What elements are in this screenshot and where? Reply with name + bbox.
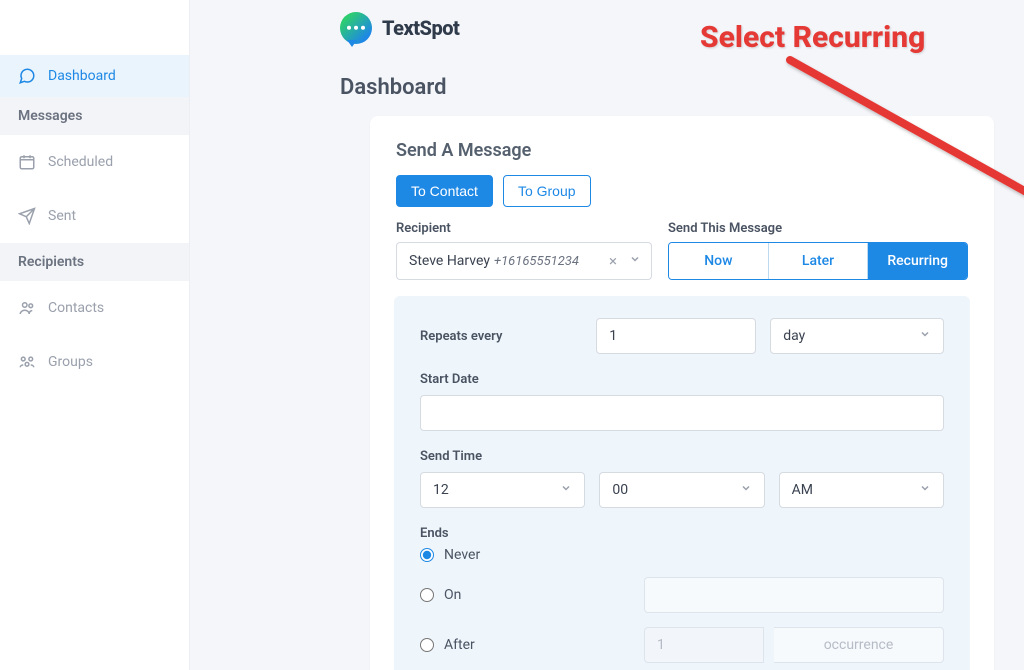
sidebar-item-groups[interactable]: Groups <box>0 335 189 389</box>
send-now-option[interactable]: Now <box>669 243 769 279</box>
ends-on-radio[interactable] <box>420 588 434 602</box>
sidebar-item-scheduled[interactable]: Scheduled <box>0 135 189 189</box>
chevron-down-icon <box>560 482 572 498</box>
send-message-card: Send A Message To Contact To Group Recip… <box>370 116 994 670</box>
calendar-icon <box>18 153 36 171</box>
ends-never-radio[interactable] <box>420 548 434 562</box>
sidebar-item-contacts[interactable]: Contacts <box>0 281 189 335</box>
card-title: Send A Message <box>396 140 968 161</box>
sidebar-section-recipients: Recipients <box>0 243 189 281</box>
brand-text: TextSpot <box>382 16 459 40</box>
sidebar: Dashboard Messages Scheduled Sent Recipi… <box>0 0 190 670</box>
chevron-down-icon[interactable] <box>625 253 645 269</box>
chevron-down-icon <box>919 328 931 344</box>
send-icon <box>18 207 36 225</box>
sidebar-item-label: Groups <box>48 354 93 370</box>
sidebar-item-label: Scheduled <box>48 154 113 170</box>
recurring-panel: Repeats every day Start Date Send Time <box>394 296 970 670</box>
sidebar-item-label: Sent <box>48 208 76 224</box>
send-later-option[interactable]: Later <box>769 243 869 279</box>
logo-icon <box>340 12 372 44</box>
send-timing-segmented: Now Later Recurring <box>668 242 968 280</box>
ends-after-count-input[interactable]: 1 <box>644 627 764 663</box>
chevron-down-icon <box>740 482 752 498</box>
ends-never-option[interactable]: Never <box>420 547 944 563</box>
repeats-unit-select[interactable]: day <box>770 318 944 354</box>
occurrence-label: occurrence <box>774 627 944 663</box>
topbar: TextSpot <box>190 0 1024 55</box>
contacts-icon <box>18 299 36 317</box>
clear-recipient-icon[interactable]: × <box>605 252 621 270</box>
groups-icon <box>18 353 36 371</box>
repeats-label: Repeats every <box>420 329 582 344</box>
recipient-label: Recipient <box>396 221 652 236</box>
send-recurring-option[interactable]: Recurring <box>868 243 967 279</box>
sidebar-item-dashboard[interactable]: Dashboard <box>0 55 189 97</box>
ends-after-radio[interactable] <box>420 638 434 652</box>
sidebar-item-label: Dashboard <box>48 68 116 84</box>
ends-on-option[interactable]: On <box>420 577 944 613</box>
sidebar-item-sent[interactable]: Sent <box>0 189 189 243</box>
recipient-name: Steve Harvey <box>409 253 490 269</box>
sidebar-section-messages: Messages <box>0 97 189 135</box>
chevron-down-icon <box>919 482 931 498</box>
chat-icon <box>18 67 36 85</box>
start-date-label: Start Date <box>420 372 944 387</box>
page-title: Dashboard <box>340 75 1024 100</box>
send-time-hour-select[interactable]: 12 <box>420 472 585 508</box>
send-this-label: Send This Message <box>668 221 968 236</box>
tab-to-group[interactable]: To Group <box>503 175 591 207</box>
start-date-input[interactable] <box>420 395 944 431</box>
recipient-input[interactable]: Steve Harvey +16165551234 × <box>396 242 652 280</box>
recipient-phone: +16165551234 <box>494 254 579 269</box>
repeats-value-input[interactable] <box>596 318 756 354</box>
main-area: TextSpot Dashboard Send A Message To Con… <box>190 0 1024 670</box>
send-time-label: Send Time <box>420 449 944 464</box>
send-time-ampm-select[interactable]: AM <box>779 472 944 508</box>
ends-label: Ends <box>420 526 944 541</box>
sidebar-item-label: Contacts <box>48 300 104 316</box>
send-time-minute-select[interactable]: 00 <box>599 472 764 508</box>
ends-after-option[interactable]: After 1 occurrence <box>420 627 944 663</box>
ends-on-date-input[interactable] <box>644 577 944 613</box>
tab-to-contact[interactable]: To Contact <box>396 175 493 207</box>
